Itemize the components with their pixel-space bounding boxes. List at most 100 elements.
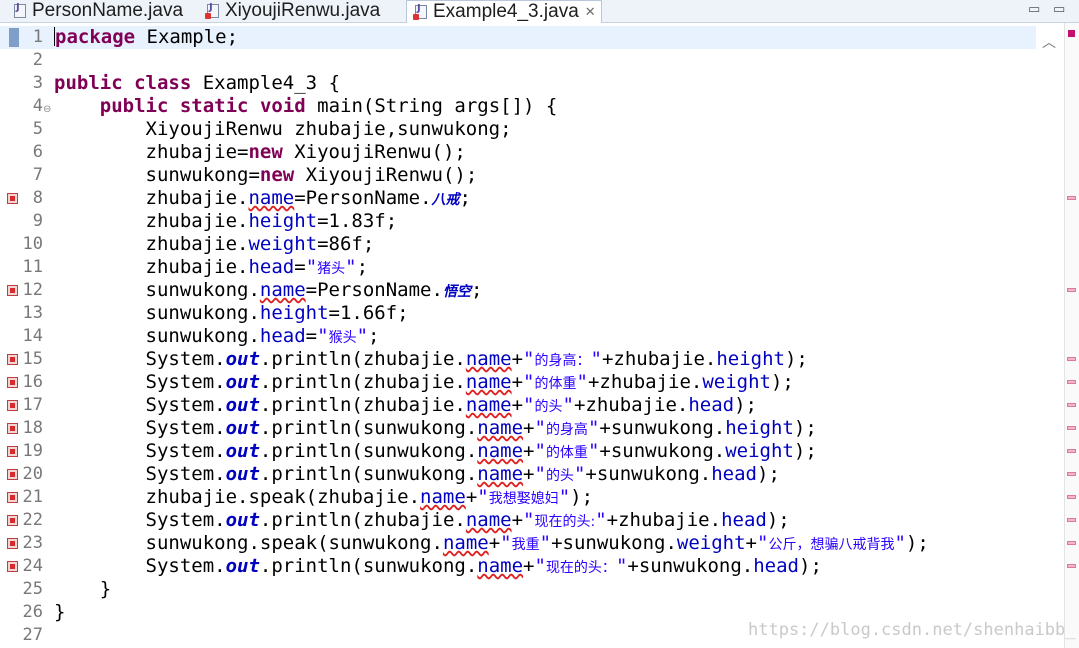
code-line[interactable]: 10 zhubajie.weight=86f; [0,233,1036,256]
code-line[interactable]: 6 zhubajie=new XiyoujiRenwu(); [0,141,1036,164]
code-token: " [558,486,571,508]
code-line[interactable]: 16 System.out.println(zhubajie.name+"的体重… [0,371,1036,394]
overview-error-mark[interactable] [1067,541,1076,545]
line-number: 13 [22,303,43,323]
code-token: +sunwukong. [599,417,726,439]
overview-error-mark[interactable] [1067,564,1076,568]
code-token: name [477,440,524,462]
code-token: " [356,325,369,347]
java-file-error-icon [205,2,219,19]
overview-error-mark[interactable] [1067,380,1076,384]
line-code: zhubajie.speak(zhubajie.name+"我想娶媳妇"); [54,486,594,511]
line-code: zhubajie=new XiyoujiRenwu(); [54,141,466,164]
watermark: https://blog.csdn.net/shenhaibb_ [748,620,1076,640]
error-marker-icon[interactable] [7,423,18,434]
code-line[interactable]: 1 package Example; [0,26,1036,49]
code-line[interactable]: 19 System.out.println(sunwukong.name+"的体… [0,440,1036,463]
code-token: 我重 [511,537,540,553]
code-token: height [725,417,794,439]
error-marker-icon[interactable] [7,469,18,480]
code-token: weight [248,233,318,255]
error-marker-icon[interactable] [7,492,18,503]
vertical-scrollbar[interactable]: ︿ [1036,23,1064,648]
code-token: =PersonName. [305,279,443,301]
code-line[interactable]: 3 public class Example4_3 { [0,72,1036,95]
code-token: System. [54,394,226,416]
line-number: 19 [22,441,43,461]
overview-error-mark[interactable] [1067,357,1076,361]
overview-error-mark[interactable] [1067,426,1076,430]
error-marker-icon[interactable] [7,515,18,526]
code-token: +sunwukong. [627,555,754,577]
error-marker-icon[interactable] [7,400,18,411]
code-token: " [500,532,512,554]
line-number: 9 [32,211,43,231]
error-marker-icon[interactable] [7,285,18,296]
code-token: " [317,325,329,347]
code-token: out [225,555,260,577]
tab-example4-3-java[interactable]: Example4_3.java ✕ [406,0,602,23]
overview-ruler[interactable] [1064,23,1079,648]
code-line[interactable]: 4 ⊖ public static void main(String args[]… [0,95,1036,118]
code-line[interactable]: 18 System.out.println(sunwukong.name+"的身… [0,417,1036,440]
tab-xiyoujirenwu-java[interactable]: XiyoujiRenwu.java [199,0,405,22]
code-token: " [539,532,552,554]
code-token: +zhubajie. [601,348,717,370]
overview-error-mark[interactable] [1067,472,1076,476]
minimize-editor-icon[interactable]: ▭ [1028,2,1040,17]
code-token: } [54,578,112,600]
tab-personname-java[interactable]: PersonName.java [6,0,198,22]
close-tab-icon[interactable]: ✕ [585,5,596,20]
code-token: 猪头 [317,261,346,277]
error-marker-icon[interactable] [7,538,18,549]
code-editor[interactable]: 1 package Example; 2 3 public class Example4… [0,23,1064,648]
code-token: name [477,417,524,439]
overview-error-mark[interactable] [1067,495,1076,499]
error-marker-icon[interactable] [7,354,18,365]
code-line[interactable]: 24 System.out.println(sunwukong.name+"现在… [0,555,1036,578]
code-line[interactable]: 5 XiyoujiRenwu zhubajie,sunwukong; [0,118,1036,141]
code-line[interactable]: 22 System.out.println(zhubajie.name+"现在的… [0,509,1036,532]
code-line[interactable]: 21 zhubajie.speak(zhubajie.name+"我想娶媳妇")… [0,486,1036,509]
code-line[interactable]: 15 System.out.println(zhubajie.name+"的身高… [0,348,1036,371]
code-token: .println(sunwukong. [259,417,478,439]
error-marker-icon[interactable] [7,193,18,204]
code-line[interactable]: 2 [0,49,1036,72]
overview-error-mark[interactable] [1067,288,1076,292]
scroll-up-icon[interactable]: ︿ [1042,32,1056,52]
code-token: ; [470,279,483,301]
code-token: Example4_3 { [191,72,341,94]
code-token: out [225,394,260,416]
code-token: " [345,256,357,278]
code-line[interactable]: 7 sunwukong=new XiyoujiRenwu(); [0,164,1036,187]
code-line[interactable]: 8 zhubajie.name=PersonName.八戒; [0,187,1036,210]
overview-error-mark[interactable] [1067,196,1076,200]
overview-error-mark[interactable] [1067,403,1076,407]
error-marker-icon[interactable] [7,446,18,457]
error-summary-indicator[interactable] [1068,30,1075,37]
code-token: " [590,348,602,370]
maximize-editor-icon[interactable]: ▭ [1053,2,1065,17]
code-line[interactable]: 25 } [0,578,1036,601]
code-line[interactable]: 14 sunwukong.head="猴头"; [0,325,1036,348]
code-token: System. [54,417,226,439]
code-token: zhubajie= [54,141,249,163]
code-line[interactable]: 20 System.out.println(sunwukong.name+"的头… [0,463,1036,486]
line-number: 14 [22,326,43,346]
overview-error-mark[interactable] [1067,449,1076,453]
line-number: 21 [22,487,43,507]
code-token: package [55,26,136,48]
code-token: weight [702,371,771,393]
code-token: name [465,348,512,370]
overview-error-mark[interactable] [1067,518,1076,522]
code-token: ); [734,394,757,416]
code-line[interactable]: 9 zhubajie.height=1.83f; [0,210,1036,233]
error-marker-icon[interactable] [7,377,18,388]
code-line[interactable]: 17 System.out.println(zhubajie.name+"的头"… [0,394,1036,417]
code-line[interactable]: 12 sunwukong.name=PersonName.悟空; [0,279,1036,302]
code-line[interactable]: 11 zhubajie.head="猪头"; [0,256,1036,279]
error-marker-icon[interactable] [7,561,18,572]
java-file-icon [14,2,26,18]
code-line[interactable]: 23 sunwukong.speak(sunwukong.name+"我重"+s… [0,532,1036,555]
code-line[interactable]: 13 sunwukong.height=1.66f; [0,302,1036,325]
